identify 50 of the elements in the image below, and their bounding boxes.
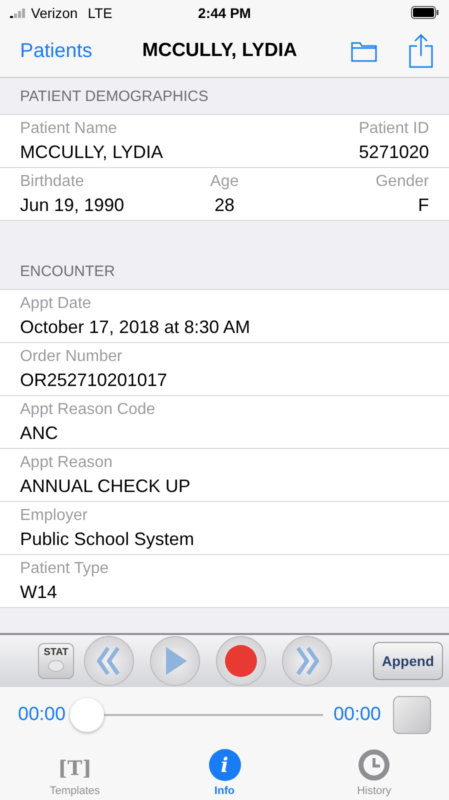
field-label: Gender — [376, 172, 429, 190]
elapsed-time: 00:00 — [18, 704, 66, 726]
slider-thumb[interactable] — [70, 698, 104, 732]
share-icon[interactable] — [409, 34, 433, 68]
field-label: Patient Type — [20, 560, 109, 578]
field-value: W14 — [20, 582, 58, 602]
field-value: ANNUAL CHECK UP — [20, 476, 190, 496]
record-button[interactable] — [216, 636, 266, 686]
field-value: ANC — [20, 422, 58, 444]
signal-icon — [10, 8, 27, 18]
rewind-button[interactable] — [84, 636, 134, 686]
field-label: Patient ID — [358, 120, 429, 138]
total-time: 00:00 — [333, 704, 381, 726]
field-value: MCCULLY, LYDIA — [20, 142, 164, 162]
tab[interactable]: History — [299, 743, 449, 800]
clock-icon — [358, 749, 390, 781]
tab[interactable]: i Info — [150, 743, 300, 800]
field-value: 28 — [214, 194, 234, 216]
tab[interactable]: [T] Templates — [0, 743, 150, 800]
battery-icon — [411, 6, 440, 19]
field-value: Public School System — [20, 528, 194, 550]
stat-button[interactable]: STAT — [38, 643, 74, 679]
field-label: Appt Reason Code — [20, 400, 156, 418]
field-label: Appt Date — [20, 294, 92, 312]
field-label: Employer — [20, 506, 88, 524]
field-label: Patient Name — [20, 120, 117, 138]
field-label: Birthdate — [20, 172, 84, 190]
folder-icon[interactable] — [351, 40, 377, 62]
field-value: F — [418, 194, 429, 216]
append-button[interactable]: Append — [372, 642, 443, 680]
info-icon: i — [208, 749, 240, 781]
network-type: LTE — [88, 4, 112, 20]
field-value: Jun 19, 1990 — [20, 194, 124, 216]
field-label: Appt Reason — [20, 454, 113, 472]
nav-title: MCCULLY, LYDIA — [142, 40, 298, 62]
field-value: October 17, 2018 at 8:30 AM — [20, 316, 250, 338]
forward-button[interactable] — [282, 636, 332, 686]
field-label: Age — [210, 172, 239, 190]
record-icon — [224, 644, 258, 678]
back-link[interactable]: Patients — [20, 40, 92, 62]
stop-button[interactable] — [393, 696, 431, 734]
template-icon: [T] — [58, 756, 92, 780]
field-value: 5271020 — [358, 142, 429, 162]
rewind-icon — [96, 646, 122, 676]
carrier-name: Verizon — [31, 4, 78, 20]
status-time: 2:44 PM — [198, 4, 251, 20]
field-label: Order Number — [20, 348, 122, 366]
field-value: OR252710201017 — [20, 370, 168, 390]
fast-forward-icon — [294, 646, 320, 676]
play-button[interactable] — [150, 636, 200, 686]
